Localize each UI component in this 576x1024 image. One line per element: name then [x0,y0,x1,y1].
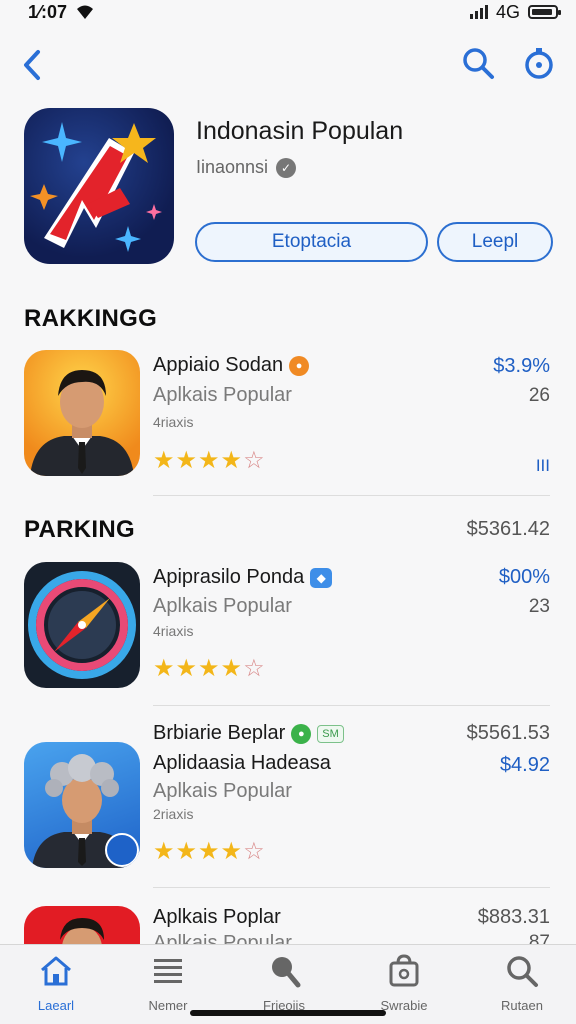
app-rank-4: 87 [528,932,550,944]
nav-bar [0,40,576,90]
app-price-gray-4: $883.31 [477,906,550,928]
star-icon: ★ [220,655,243,682]
app-name-4[interactable]: Aplkais Poplar [153,906,281,929]
badge-icon: ● [289,355,310,376]
list-icon [154,959,182,983]
star-outline-icon: ☆ [243,655,265,682]
star-icon: ★ [175,655,198,682]
tab-search[interactable]: Rutaen [472,953,572,1013]
app-icon-1[interactable] [24,350,140,476]
signal-icon [469,5,488,19]
star-icon: ★ [175,447,198,474]
status-bar: 1⁄:07 4G [0,0,576,24]
ranking-section-title: RAKKINGG [24,305,158,332]
app-price-gray-3: $5561.53 [466,722,550,744]
bag-icon [389,954,419,987]
timer-icon[interactable] [522,46,556,80]
primary-action-button[interactable]: Etoptacia [195,222,428,262]
app-extra-1: III [535,456,550,475]
status-time: 1⁄:07 [28,1,68,22]
compass-icon [28,571,136,679]
app-name-3b: Aplidaasia Hadeasa [153,752,331,774]
star-icon: ★ [153,655,175,682]
app-name-3[interactable]: Brbiarie Beplar ● SM [153,722,344,745]
featured-app-subtitle-row: Iinaonnsi ✓ [196,157,297,178]
search-icon[interactable] [461,46,495,80]
network-type: 4G [495,1,520,22]
search-icon [507,956,538,987]
star-icon: ★ [198,655,220,682]
person-avatar [32,754,139,868]
app-name-3-text: Brbiarie Beplar [153,722,286,744]
user-icon [272,957,301,988]
app-icon-3[interactable] [24,742,140,868]
tab-bar: Laearl Nemer Frieoiis Swrabie Rutaen [0,944,576,1024]
star-outline-icon: ☆ [243,838,265,865]
parking-section-total: $5361.42 [466,518,550,540]
back-icon[interactable] [18,48,48,82]
badge-icon: ● [291,723,312,744]
app-rank-2: 23 [528,596,550,617]
divider [153,887,550,888]
person-avatar [30,370,134,476]
app-subtitle-2: Aplkais Popular [153,595,292,617]
badge-icon: ◆ [310,567,333,588]
tab-search-label: Rutaen [501,998,543,1013]
home-icon [41,956,71,986]
app-price-1[interactable]: $3.9% [493,355,550,378]
rating-stars-3: ★ ★ ★ ★ ☆ [153,840,265,864]
app-name-1[interactable]: Appiaio Sodan ● [153,354,310,377]
star-icon: ★ [220,838,243,865]
app-subtitle-3: Aplkais Popular [153,780,292,802]
app-price-2[interactable]: $00% [499,566,550,589]
secondary-action-button[interactable]: Leepl [437,222,553,262]
app-name-2-text: Apiprasilo Ponda [153,566,305,588]
app-rank-1: 26 [528,385,550,406]
app-subtitle-1: Aplkais Popular [153,384,292,406]
tab-bag[interactable]: Swrabie [354,953,454,1013]
tab-home[interactable]: Laearl [6,953,106,1013]
wifi-icon [77,5,94,19]
person-avatar [60,918,104,944]
featured-app-subtitle: Iinaonnsi [196,157,269,177]
star-icon: ★ [198,447,220,474]
star-icon: ★ [198,838,220,865]
app-meta-2: 4riaxis [153,623,194,639]
battery-icon [528,5,561,19]
star-outline-icon: ☆ [243,447,265,474]
divider [153,705,550,706]
star-icon: ★ [175,838,198,865]
verified-icon: ✓ [276,157,297,178]
status-right: 4G [469,1,561,23]
star-icon: ★ [153,447,175,474]
featured-app-title: Indonasin Populan [196,117,404,145]
star-icon: ★ [153,838,175,865]
app-name-1-text: Appiaio Sodan [153,354,284,376]
app-name-2[interactable]: Apiprasilo Ponda ◆ [153,566,333,589]
star-icon: ★ [220,447,243,474]
app-meta-1: 4riaxis [153,414,194,430]
rating-stars-2: ★ ★ ★ ★ ☆ [153,657,265,681]
tab-friends[interactable]: Frieoiis [234,953,334,1013]
tab-list[interactable]: Nemer [118,953,218,1013]
app-icon-2[interactable] [24,562,140,688]
app-meta-3: 2riaxis [153,806,194,822]
divider [153,495,550,496]
featured-app-icon[interactable] [24,108,174,264]
rating-stars-1: ★ ★ ★ ★ ☆ [153,449,265,473]
app-icon-4[interactable] [24,906,140,944]
app-subtitle-4: Aplkais Popular [153,932,292,944]
status-left: 1⁄:07 [28,2,95,23]
app-tag-3: SM [317,724,344,743]
app-price-3[interactable]: $4.92 [500,754,550,777]
featured-logo [30,122,162,252]
parking-section-title: PARKING [24,516,135,543]
home-indicator[interactable] [190,1010,386,1016]
tab-home-label: Laearl [37,998,75,1013]
